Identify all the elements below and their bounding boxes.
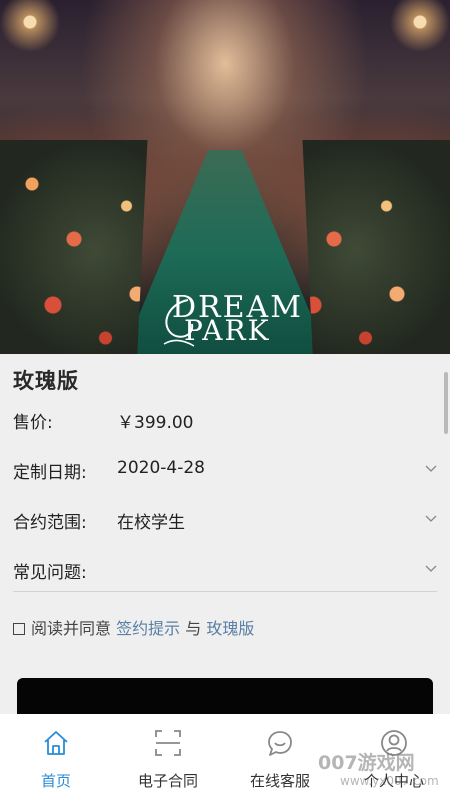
- tab-online-service[interactable]: 在线客服: [224, 714, 336, 800]
- chevron-down-icon[interactable]: [425, 562, 437, 574]
- signing-tips-link[interactable]: 签约提示: [116, 619, 180, 638]
- tab-online-service-label: 在线客服: [249, 772, 310, 790]
- chandelier-right: [390, 0, 450, 55]
- agree-joiner: 与: [185, 619, 202, 638]
- product-title: 玫瑰版: [13, 369, 79, 393]
- user-icon: [381, 730, 407, 756]
- tab-home-label: 首页: [40, 772, 71, 790]
- faq-row[interactable]: 常见问题:: [13, 558, 437, 588]
- agree-prefix: 阅读并同意: [31, 619, 112, 638]
- date-row[interactable]: 定制日期: 2020-4-28: [13, 458, 437, 488]
- price-row: 售价: ￥399.00: [13, 408, 437, 438]
- date-label: 定制日期:: [13, 463, 87, 483]
- price-value: ￥399.00: [117, 413, 194, 433]
- price-label: 售价:: [13, 413, 53, 433]
- tab-e-contract[interactable]: 电子合同: [112, 714, 224, 800]
- scope-row[interactable]: 合约范围: 在校学生: [13, 508, 437, 538]
- divider: [13, 591, 437, 592]
- date-value: 2020-4-28: [117, 458, 205, 478]
- tab-home[interactable]: 首页: [0, 714, 112, 800]
- scrollbar[interactable]: [444, 372, 448, 434]
- rose-version-link[interactable]: 玫瑰版: [206, 619, 254, 638]
- scan-icon: [155, 730, 181, 756]
- home-icon: [44, 731, 68, 755]
- agreement-row: 阅读并同意 签约提示 与 玫瑰版: [13, 615, 254, 639]
- tab-profile[interactable]: 个人中心: [338, 714, 450, 800]
- scope-label: 合约范围:: [13, 513, 87, 533]
- faq-label: 常见问题:: [13, 563, 87, 583]
- logo-line2: PARK: [184, 314, 271, 347]
- chevron-down-icon[interactable]: [425, 512, 437, 524]
- scope-value: 在校学生: [117, 513, 185, 533]
- chandelier-left: [0, 0, 60, 55]
- chevron-down-icon[interactable]: [425, 462, 437, 474]
- product-detail-panel: 玫瑰版 售价: ￥399.00 定制日期: 2020-4-28 合约范围: 在校…: [0, 354, 450, 718]
- hero-banner-image: DREAM PARK: [0, 0, 450, 354]
- dream-park-logo: DREAM PARK: [158, 288, 301, 348]
- bottom-tab-bar: 首页 电子合同 在线客服 个人中心: [0, 714, 450, 800]
- agree-checkbox[interactable]: [13, 623, 25, 635]
- submit-button[interactable]: [17, 678, 433, 718]
- chat-icon: [268, 731, 292, 756]
- tab-profile-label: 个人中心: [363, 772, 424, 790]
- tab-e-contract-label: 电子合同: [137, 772, 198, 790]
